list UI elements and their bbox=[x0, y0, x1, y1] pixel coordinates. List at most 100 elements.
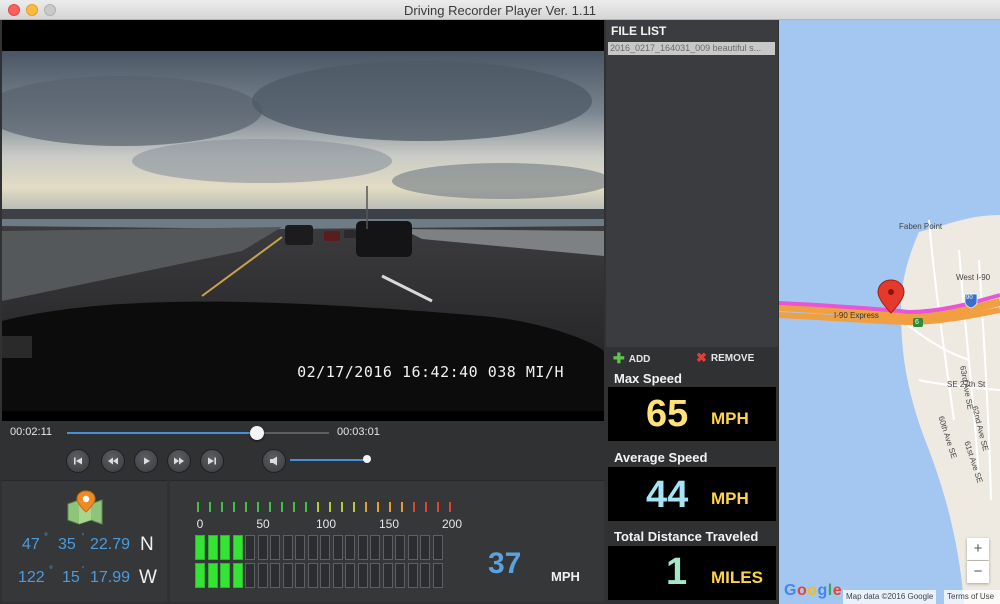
speed-scale-tick bbox=[437, 502, 439, 512]
speed-scale-tick bbox=[329, 502, 331, 512]
speed-scale-label: 200 bbox=[441, 517, 463, 531]
total-distance-unit: MILES bbox=[711, 568, 763, 587]
longitude-minutes: 15 bbox=[62, 569, 80, 586]
video-player[interactable]: 02/17/2016 16:42:40 038 MI/H bbox=[2, 20, 604, 421]
speed-scale-tick bbox=[269, 502, 271, 512]
speed-bar-segment bbox=[207, 535, 218, 560]
speed-scale-label: 100 bbox=[315, 517, 337, 531]
current-time: 00:02:11 bbox=[10, 426, 53, 438]
speed-scale-tick bbox=[209, 502, 211, 512]
speed-scale-tick bbox=[197, 502, 199, 512]
speed-scale-tick bbox=[233, 502, 235, 512]
video-timestamp-overlay: 02/17/2016 16:42:40 038 MI/H bbox=[297, 363, 564, 381]
speed-bar-segment bbox=[307, 563, 318, 588]
title-bar: Driving Recorder Player Ver. 1.11 bbox=[0, 0, 1000, 20]
total-distance-label: Total Distance Traveled bbox=[614, 529, 759, 544]
speed-scale-tick bbox=[401, 502, 403, 512]
total-distance-value: 1 bbox=[666, 551, 688, 593]
max-speed-unit: MPH bbox=[711, 409, 749, 428]
minute-symbol: ' bbox=[82, 532, 84, 543]
longitude-seconds: 17.99 bbox=[90, 569, 131, 586]
google-logo-letter: o bbox=[807, 582, 818, 599]
speed-bar-segment bbox=[232, 563, 243, 588]
map-view[interactable]: Faben Point West I-90 I-90 Express 6 90 … bbox=[779, 20, 1000, 604]
play-icon bbox=[144, 457, 150, 465]
add-file-button[interactable]: ✚ ADD bbox=[613, 350, 650, 367]
x-icon: ✖ bbox=[696, 350, 707, 365]
speed-bar-segment bbox=[257, 563, 268, 588]
speed-bar-segment bbox=[357, 563, 368, 588]
speed-scale-tick bbox=[389, 502, 391, 512]
latitude-readout: 47 ° 35 ' 22.79 N bbox=[2, 532, 167, 560]
skip-to-end-button[interactable] bbox=[200, 449, 224, 473]
speed-bar-segment bbox=[307, 535, 318, 560]
map-shield-6: 6 bbox=[915, 319, 919, 326]
fast-forward-button[interactable] bbox=[167, 449, 191, 473]
speed-scale-tick bbox=[365, 502, 367, 512]
latitude-direction: N bbox=[140, 534, 154, 555]
plus-icon: ✚ bbox=[613, 350, 625, 366]
max-speed-value: 65 bbox=[646, 393, 689, 435]
speed-bar-segment bbox=[257, 535, 268, 560]
speed-scale-tick bbox=[317, 502, 319, 512]
gps-panel: 47 ° 35 ' 22.79 N 122 ° 15 ' 17.99 W bbox=[2, 480, 167, 602]
seek-handle[interactable] bbox=[249, 426, 264, 440]
google-logo: Google bbox=[784, 582, 842, 600]
max-speed-label: Max Speed bbox=[614, 371, 682, 386]
map-attribution: Map data ©2016 Google bbox=[843, 590, 937, 604]
max-speed-box: 65 MPH bbox=[608, 387, 776, 441]
google-logo-letter: G bbox=[784, 582, 797, 599]
app-window: Driving Recorder Player Ver. 1.11 02/17/… bbox=[0, 0, 1000, 604]
latitude-degrees: 47 bbox=[22, 536, 40, 553]
speed-bar-segment bbox=[220, 535, 230, 560]
speed-bar-segment bbox=[282, 563, 293, 588]
speed-bar-segment bbox=[420, 535, 430, 560]
speed-scale bbox=[197, 502, 457, 512]
average-speed-box: 44 MPH bbox=[608, 467, 776, 521]
speed-bar-segment bbox=[432, 563, 443, 588]
rewind-button[interactable] bbox=[101, 449, 125, 473]
speed-bar-segment bbox=[320, 535, 330, 560]
speed-scale-label: 150 bbox=[378, 517, 400, 531]
degree-symbol: ° bbox=[44, 532, 48, 543]
average-speed-value: 44 bbox=[646, 474, 689, 516]
current-speed-unit: MPH bbox=[551, 569, 580, 584]
map-label-i90-express: I-90 Express bbox=[834, 311, 879, 320]
map-terms-link[interactable]: Terms of Use bbox=[944, 590, 1000, 604]
google-logo-letter: g bbox=[817, 582, 828, 599]
play-button[interactable] bbox=[134, 449, 158, 473]
speed-scale-tick bbox=[257, 502, 259, 512]
speed-scale-tick bbox=[341, 502, 343, 512]
speed-bar-segment bbox=[195, 563, 205, 588]
speed-bar-segment bbox=[395, 563, 405, 588]
map-pin-icon bbox=[66, 490, 104, 531]
speaker-icon bbox=[270, 456, 277, 466]
speed-bar-segment bbox=[382, 563, 393, 588]
map-zoom-out-button[interactable]: − bbox=[967, 561, 989, 583]
speed-bar-segment bbox=[295, 535, 305, 560]
latitude-minutes: 35 bbox=[58, 536, 76, 553]
volume-handle[interactable] bbox=[363, 455, 371, 463]
map-label-se-27th: SE 27th St bbox=[947, 380, 986, 389]
speed-bar-segment bbox=[370, 535, 380, 560]
map-zoom-in-button[interactable]: + bbox=[967, 538, 989, 560]
speed-scale-label: 50 bbox=[256, 517, 270, 531]
speed-scale-tick bbox=[353, 502, 355, 512]
skip-to-end-icon bbox=[208, 457, 216, 465]
mute-button[interactable] bbox=[262, 449, 286, 473]
speed-bar-segment bbox=[295, 563, 305, 588]
speed-bar-segment bbox=[345, 563, 355, 588]
seek-slider[interactable] bbox=[67, 426, 329, 440]
speed-bar-segment bbox=[270, 563, 280, 588]
speed-scale-tick bbox=[305, 502, 307, 512]
speed-bar-segment bbox=[407, 563, 418, 588]
seek-bar-row: 00:02:11 00:03:01 bbox=[2, 421, 604, 443]
minute-symbol: ' bbox=[82, 565, 84, 576]
skip-to-start-button[interactable] bbox=[66, 449, 90, 473]
volume-slider[interactable] bbox=[290, 459, 367, 461]
google-logo-letter: o bbox=[796, 582, 808, 599]
remove-file-button[interactable]: ✖ REMOVE bbox=[696, 350, 754, 366]
google-logo-letter: e bbox=[832, 582, 843, 599]
file-list-item[interactable]: 2016_0217_164031_009 beautiful s... bbox=[608, 42, 775, 55]
speed-bar-segment bbox=[407, 535, 418, 560]
